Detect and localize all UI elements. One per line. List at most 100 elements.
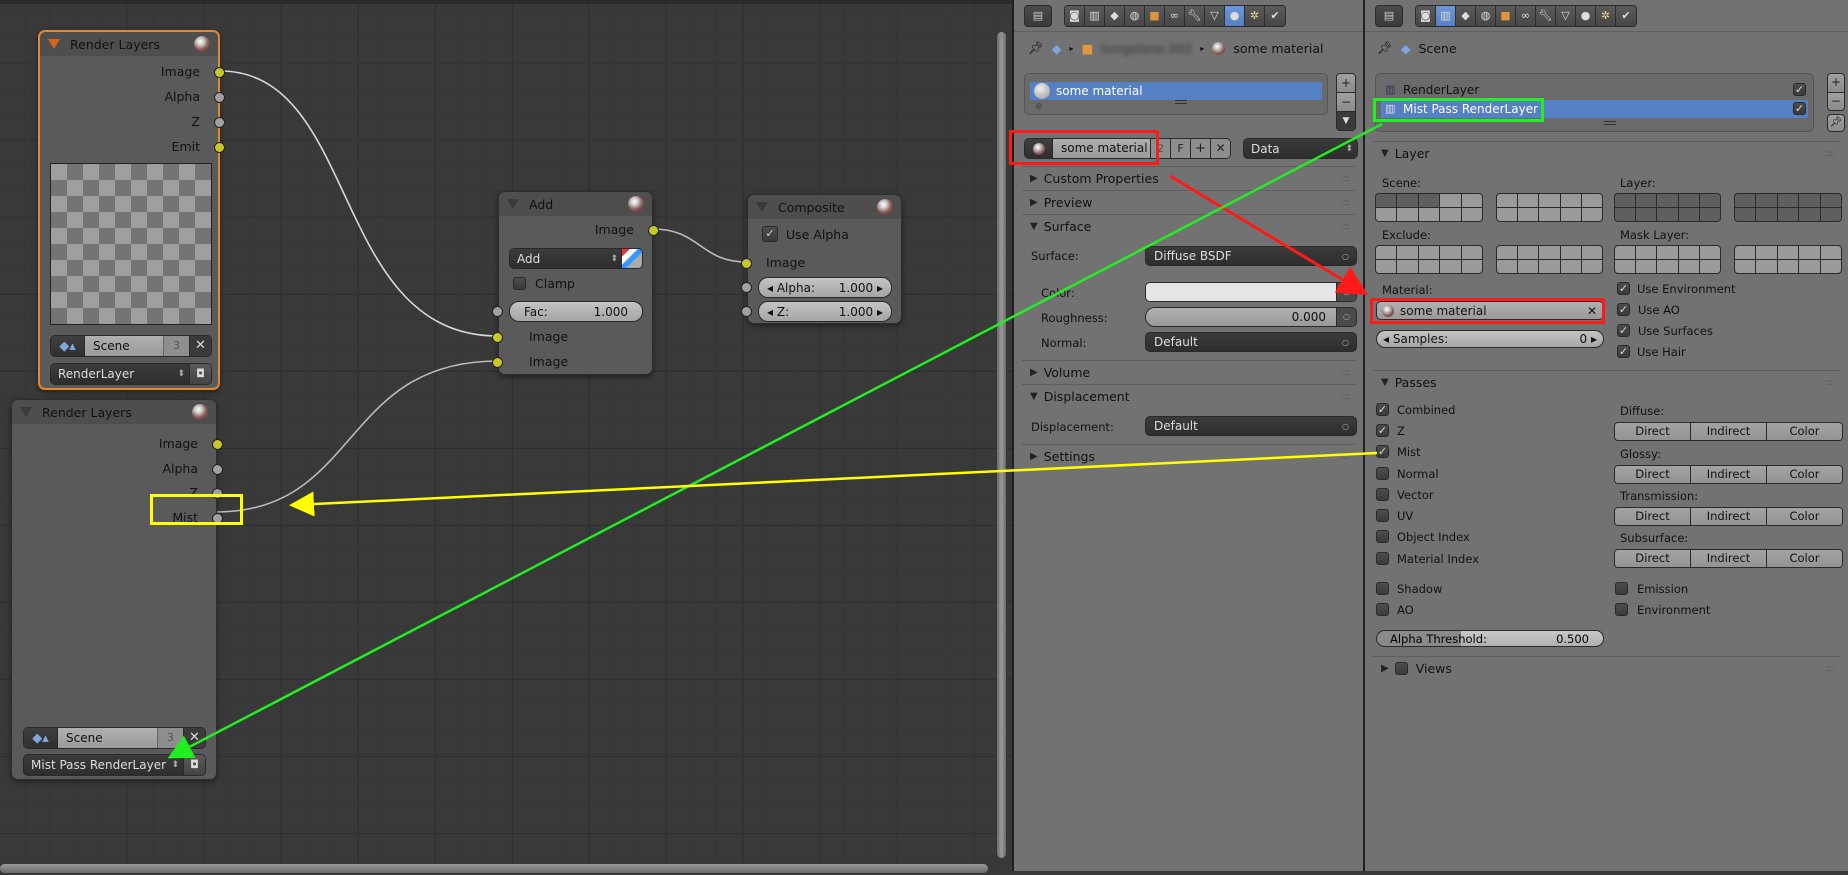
link-dropdown[interactable]: Data ⬍ xyxy=(1243,138,1358,159)
pass-toggle-direct[interactable]: Direct xyxy=(1615,466,1691,483)
fac-slider[interactable]: Fac: 1.000 xyxy=(509,301,643,322)
drag-grip-icon[interactable]: :::: xyxy=(1341,392,1350,402)
input-socket-fac[interactable] xyxy=(492,306,503,317)
preview-sphere-icon[interactable] xyxy=(877,199,893,215)
exclude-grid-2[interactable] xyxy=(1496,245,1603,274)
alpha-threshold-slider[interactable]: Alpha Threshold: 0.500 xyxy=(1376,630,1604,647)
preview-sphere-icon[interactable] xyxy=(194,36,210,52)
tab-particles[interactable]: ✲ xyxy=(1596,5,1616,26)
pass-toggle-indirect[interactable]: Indirect xyxy=(1691,423,1767,440)
collapse-triangle-icon[interactable] xyxy=(756,202,768,212)
pass-toggle-direct[interactable]: Direct xyxy=(1615,550,1691,567)
composite-node[interactable]: Composite ✓ Use Alpha Image ◂ Alpha: 1.0… xyxy=(741,194,902,324)
scene-name-field[interactable]: Scene xyxy=(58,728,157,748)
use-hair-checkbox[interactable]: ✓ xyxy=(1617,345,1630,358)
output-socket-image[interactable] xyxy=(212,439,223,450)
pass-checkbox-combined[interactable]: ✓ xyxy=(1376,403,1389,416)
mask-layer-grid-1[interactable] xyxy=(1614,245,1721,274)
node-header[interactable]: Add xyxy=(499,192,652,216)
scene-icon[interactable]: ◆▴ xyxy=(51,336,85,356)
remove-layer-button[interactable]: − xyxy=(1828,91,1844,110)
render-layer-dropdown[interactable]: Mist Pass RenderLayer ⬍ ◘ xyxy=(23,754,206,776)
scene-name-field[interactable]: Scene xyxy=(85,336,163,356)
section-displacement[interactable]: ▼ Displacement:::: xyxy=(1022,384,1355,408)
displacement-dropdown[interactable]: Default ○ xyxy=(1145,416,1357,436)
tab-world[interactable]: ◍ xyxy=(1125,5,1145,26)
mask-layer-grid-2[interactable] xyxy=(1734,245,1842,274)
render-layer-item-selected[interactable]: ▥ Mist Pass RenderLayer ✓ xyxy=(1381,100,1808,118)
tab-data[interactable]: ▽ xyxy=(1556,5,1576,26)
tab-scene[interactable]: ◆ xyxy=(1105,5,1125,26)
input-socket-image-1[interactable] xyxy=(492,332,503,343)
input-socket-image-2[interactable] xyxy=(492,357,503,368)
vertical-scrollbar[interactable] xyxy=(997,32,1006,858)
new-material-button[interactable]: + xyxy=(1190,139,1210,158)
use-surfaces-checkbox[interactable]: ✓ xyxy=(1617,324,1630,337)
tab-render-layers[interactable]: ▥ xyxy=(1436,5,1456,26)
pass-checkbox-ao[interactable] xyxy=(1376,603,1389,616)
pass-checkbox-uv[interactable] xyxy=(1376,509,1389,522)
drag-grip-icon[interactable]: :::: xyxy=(1341,222,1350,232)
collapse-triangle-icon[interactable] xyxy=(507,199,519,209)
input-socket-alpha[interactable] xyxy=(741,282,752,293)
drag-grip-icon[interactable]: :::: xyxy=(1341,174,1350,184)
material-datablock-selector[interactable]: some material 2 F + ✕ xyxy=(1024,138,1231,159)
preview-sphere-icon[interactable] xyxy=(192,404,208,420)
material-browse-button[interactable] xyxy=(1025,139,1053,158)
input-socket-z[interactable] xyxy=(741,306,752,317)
section-surface[interactable]: ▼ Surface:::: xyxy=(1022,214,1355,238)
scene-icon[interactable]: ◆▴ xyxy=(24,728,58,748)
add-mix-node[interactable]: Add Image Add ⬍ Clamp Fac: 1.000 Image I… xyxy=(492,191,659,375)
remove-slot-button[interactable]: − xyxy=(1337,92,1355,111)
pass-toggle-direct[interactable]: Direct xyxy=(1615,423,1691,440)
node-header[interactable]: Render Layers xyxy=(40,32,218,56)
pin-icon[interactable]: 📌︎ xyxy=(1377,40,1393,56)
node-header[interactable]: Render Layers xyxy=(12,400,216,424)
tab-modifiers[interactable]: 🔧︎ xyxy=(1185,5,1205,26)
output-socket-z[interactable] xyxy=(214,117,225,128)
material-slot-item[interactable]: some material xyxy=(1030,82,1322,100)
blend-mode-dropdown[interactable]: Add ⬍ xyxy=(509,248,643,269)
pass-toggle-color[interactable]: Color xyxy=(1767,508,1842,525)
material-override-field[interactable]: some material ✕ xyxy=(1376,301,1604,320)
users-count-button[interactable]: 2 xyxy=(1150,139,1170,158)
output-socket-image[interactable] xyxy=(648,225,659,236)
render-layers-node-1[interactable]: Render Layers Image Alpha Z Emit ◆▴ Scen… xyxy=(38,30,225,390)
scene-selector[interactable]: ◆▴ Scene 3 ✕ xyxy=(50,335,212,357)
input-socket-image[interactable] xyxy=(741,258,752,269)
output-socket-z[interactable] xyxy=(212,488,223,499)
unlink-material-button[interactable]: ✕ xyxy=(1210,139,1230,158)
tab-modifiers[interactable]: 🔧︎ xyxy=(1536,5,1556,26)
pin-icon[interactable]: 📌︎ xyxy=(1028,40,1044,56)
drag-grip-icon[interactable]: :::: xyxy=(1826,149,1835,159)
tab-render[interactable]: ◙ xyxy=(1416,5,1436,26)
preview-sphere-icon[interactable] xyxy=(628,196,644,212)
tab-data[interactable]: ▽ xyxy=(1205,5,1225,26)
render-layer-item[interactable]: ▥ RenderLayer ✓ xyxy=(1381,81,1808,99)
color-swatch[interactable] xyxy=(1146,283,1336,301)
unlink-icon[interactable]: ✕ xyxy=(189,336,211,356)
pass-toggle-indirect[interactable]: Indirect xyxy=(1691,550,1767,567)
layer-layers-grid-1[interactable] xyxy=(1614,193,1721,222)
pass-toggle-direct[interactable]: Direct xyxy=(1615,508,1691,525)
pass-checkbox-mist[interactable]: ✓ xyxy=(1376,445,1389,458)
exclude-grid-1[interactable] xyxy=(1375,245,1483,274)
views-checkbox[interactable] xyxy=(1394,662,1408,675)
node-editor[interactable]: Render Layers Image Alpha Z Emit ◆▴ Scen… xyxy=(0,0,1012,873)
tab-object[interactable]: ■ xyxy=(1145,5,1165,26)
section-preview[interactable]: ▶ Preview:::: xyxy=(1022,190,1355,214)
section-views[interactable]: ▶ Views:::: xyxy=(1373,656,1840,680)
tab-render-layers[interactable]: ▥ xyxy=(1085,5,1105,26)
surface-shader-dropdown[interactable]: Diffuse BSDF ○ xyxy=(1145,246,1357,266)
pin-layer-button[interactable]: 📌︎ xyxy=(1827,114,1845,132)
output-socket-image[interactable] xyxy=(214,67,225,78)
fake-user-button[interactable]: F xyxy=(1170,139,1190,158)
section-volume[interactable]: ▶ Volume:::: xyxy=(1022,360,1355,384)
render-camera-icon[interactable]: ◘ xyxy=(183,755,205,775)
layer-enabled-checkbox[interactable]: ✓ xyxy=(1793,102,1806,115)
samples-field[interactable]: ◂ Samples: 0 ▸ xyxy=(1376,330,1604,348)
layer-layers-grid-2[interactable] xyxy=(1734,193,1842,222)
scene-selector[interactable]: ◆▴ Scene 3 ✕ xyxy=(23,727,206,749)
roughness-slider[interactable]: 0.000 ○ xyxy=(1145,307,1357,327)
z-slider[interactable]: ◂ Z: 1.000 ▸ xyxy=(758,301,892,322)
